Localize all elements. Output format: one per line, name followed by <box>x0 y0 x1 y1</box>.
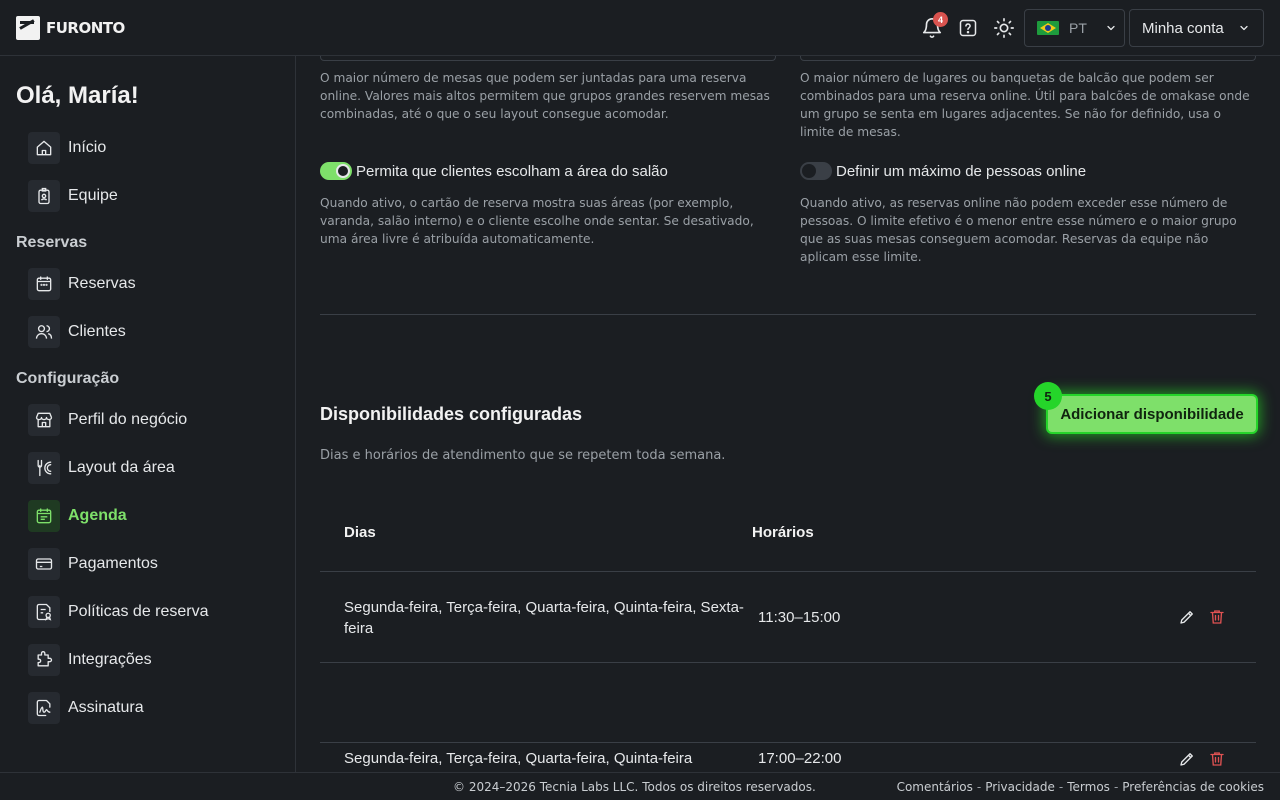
max-tables-input[interactable] <box>320 56 776 61</box>
chevron-down-icon <box>1240 25 1248 31</box>
sidebar-item-integracoes[interactable]: Integrações <box>28 644 152 676</box>
edit-button[interactable] <box>1177 749 1197 769</box>
section-title-configuracao: Configuração <box>16 370 120 387</box>
sidebar-item-label: Políticas de reserva <box>68 603 209 620</box>
users-icon <box>28 316 60 348</box>
calendar-list-icon <box>28 500 60 532</box>
sidebar-item-label: Agenda <box>68 507 127 524</box>
availability-section-title: Disponibilidades configuradas <box>320 404 583 424</box>
policy-icon <box>28 596 60 628</box>
store-icon <box>28 404 60 436</box>
help-icon <box>959 19 977 37</box>
max-people-help-text: Quando ativo, as reservas online não pod… <box>800 196 1237 264</box>
sidebar: Olá, María! Início Equipe Reservas Reser… <box>0 56 296 772</box>
utensils-icon <box>28 452 60 484</box>
sidebar-item-agenda[interactable]: Agenda <box>28 500 127 532</box>
footer: © 2024–2026 Tecnia Labs LLC. Todos os di… <box>0 772 1280 800</box>
sidebar-item-politicas-de-reserva[interactable]: Políticas de reserva <box>28 596 209 628</box>
row-divider <box>320 662 1256 663</box>
area-choice-help-text: Quando ativo, o cartão de reserva mostra… <box>320 196 754 246</box>
help-button[interactable] <box>956 16 980 40</box>
trash-icon <box>1210 752 1224 766</box>
sidebar-item-label: Perfil do negócio <box>68 411 188 428</box>
pencil-icon <box>1180 611 1193 624</box>
section-title-reservas: Reservas <box>16 234 88 251</box>
greeting: Olá, María! <box>16 82 139 109</box>
footer-separator: - <box>1113 780 1119 794</box>
footer-links: Comentários - Privacidade - Termos - Pre… <box>897 780 1264 794</box>
area-choice-toggle[interactable] <box>320 162 352 180</box>
language-select[interactable]: PT <box>1024 9 1125 47</box>
max-people-toggle[interactable] <box>800 162 832 180</box>
section-divider <box>320 314 1256 315</box>
account-menu[interactable]: Minha conta <box>1129 9 1264 47</box>
home-icon <box>28 132 60 164</box>
area-choice-toggle-row[interactable]: Permita que clientes escolham a área do … <box>320 162 668 180</box>
row-hours: 11:30–15:00 <box>758 609 841 626</box>
sidebar-item-label: Layout da área <box>68 459 175 476</box>
language-code: PT <box>1069 20 1087 36</box>
sidebar-item-label: Início <box>68 139 107 156</box>
row-divider <box>320 742 1256 743</box>
sun-icon <box>994 18 1014 38</box>
chevron-down-icon <box>1107 25 1115 31</box>
card-icon <box>28 548 60 580</box>
column-header-days: Dias <box>344 524 376 541</box>
max-people-label: Definir um máximo de pessoas online <box>836 162 1087 180</box>
sidebar-item-reservas[interactable]: Reservas <box>28 268 136 300</box>
signature-icon <box>28 692 60 724</box>
main-content: O maior número de mesas que podem ser ju… <box>296 56 1280 772</box>
availability-section-description: Dias e horários de atendimento que se re… <box>320 448 726 463</box>
edit-button[interactable] <box>1177 607 1197 627</box>
row-hours: 17:00–22:00 <box>758 750 842 767</box>
sidebar-item-label: Pagamentos <box>68 555 158 572</box>
sidebar-item-label: Reservas <box>68 275 136 292</box>
sidebar-item-equipe[interactable]: Equipe <box>28 180 118 212</box>
logo[interactable]: FURONTO <box>16 16 125 40</box>
logo-text: FURONTO <box>46 19 125 37</box>
row-days: Segunda-feira, Terça-feira, Quarta-feira… <box>344 599 744 637</box>
badge-icon <box>28 180 60 212</box>
area-choice-label: Permita que clientes escolham a área do … <box>356 162 668 180</box>
max-seats-input[interactable] <box>800 56 1256 61</box>
brazil-flag-icon <box>1037 21 1059 35</box>
add-availability-button[interactable]: Adicionar disponibilidade <box>1048 396 1256 432</box>
sidebar-item-pagamentos[interactable]: Pagamentos <box>28 548 158 580</box>
top-bar: FURONTO 4 PT Minha conta <box>0 0 1280 56</box>
account-label: Minha conta <box>1142 19 1224 37</box>
table-header-divider <box>320 571 1256 572</box>
row-days: Segunda-feira, Terça-feira, Quarta-feira… <box>344 750 693 767</box>
puzzle-icon <box>28 644 60 676</box>
max-tables-help-text: O maior número de mesas que podem ser ju… <box>320 71 770 121</box>
footer-link-termos[interactable]: Termos <box>1067 780 1110 794</box>
sidebar-item-inicio[interactable]: Início <box>28 132 106 164</box>
sidebar-item-perfil-do-negocio[interactable]: Perfil do negócio <box>28 404 187 436</box>
sidebar-item-clientes[interactable]: Clientes <box>28 316 126 348</box>
notification-count-badge: 4 <box>933 12 948 27</box>
sidebar-item-assinatura[interactable]: Assinatura <box>28 692 144 724</box>
calendar-icon <box>28 268 60 300</box>
trash-icon <box>1210 610 1224 624</box>
delete-button[interactable] <box>1207 607 1227 627</box>
sidebar-item-label: Assinatura <box>68 699 144 716</box>
footer-separator: - <box>1058 780 1064 794</box>
sidebar-item-label: Clientes <box>68 323 126 340</box>
sidebar-item-label: Integrações <box>68 651 152 668</box>
footer-link-comentarios[interactable]: Comentários <box>897 780 973 794</box>
step-badge: 5 <box>1034 382 1062 410</box>
copyright-text: © 2024–2026 Tecnia Labs LLC. Todos os di… <box>453 780 816 794</box>
theme-toggle-button[interactable] <box>992 16 1016 40</box>
footer-separator: - <box>976 780 982 794</box>
sidebar-item-label: Equipe <box>68 187 118 204</box>
max-seats-help-text: O maior número de lugares ou banquetas d… <box>800 71 1250 139</box>
column-header-hours: Horários <box>752 524 814 541</box>
max-people-toggle-row[interactable]: Definir um máximo de pessoas online <box>800 162 1086 180</box>
footer-link-preferencias-de-cookies[interactable]: Preferências de cookies <box>1122 780 1264 794</box>
footer-link-privacidade[interactable]: Privacidade <box>985 780 1055 794</box>
logo-mark-icon <box>16 16 40 40</box>
delete-button[interactable] <box>1207 749 1227 769</box>
pencil-icon <box>1180 753 1193 766</box>
sidebar-item-layout-da-area[interactable]: Layout da área <box>28 452 175 484</box>
